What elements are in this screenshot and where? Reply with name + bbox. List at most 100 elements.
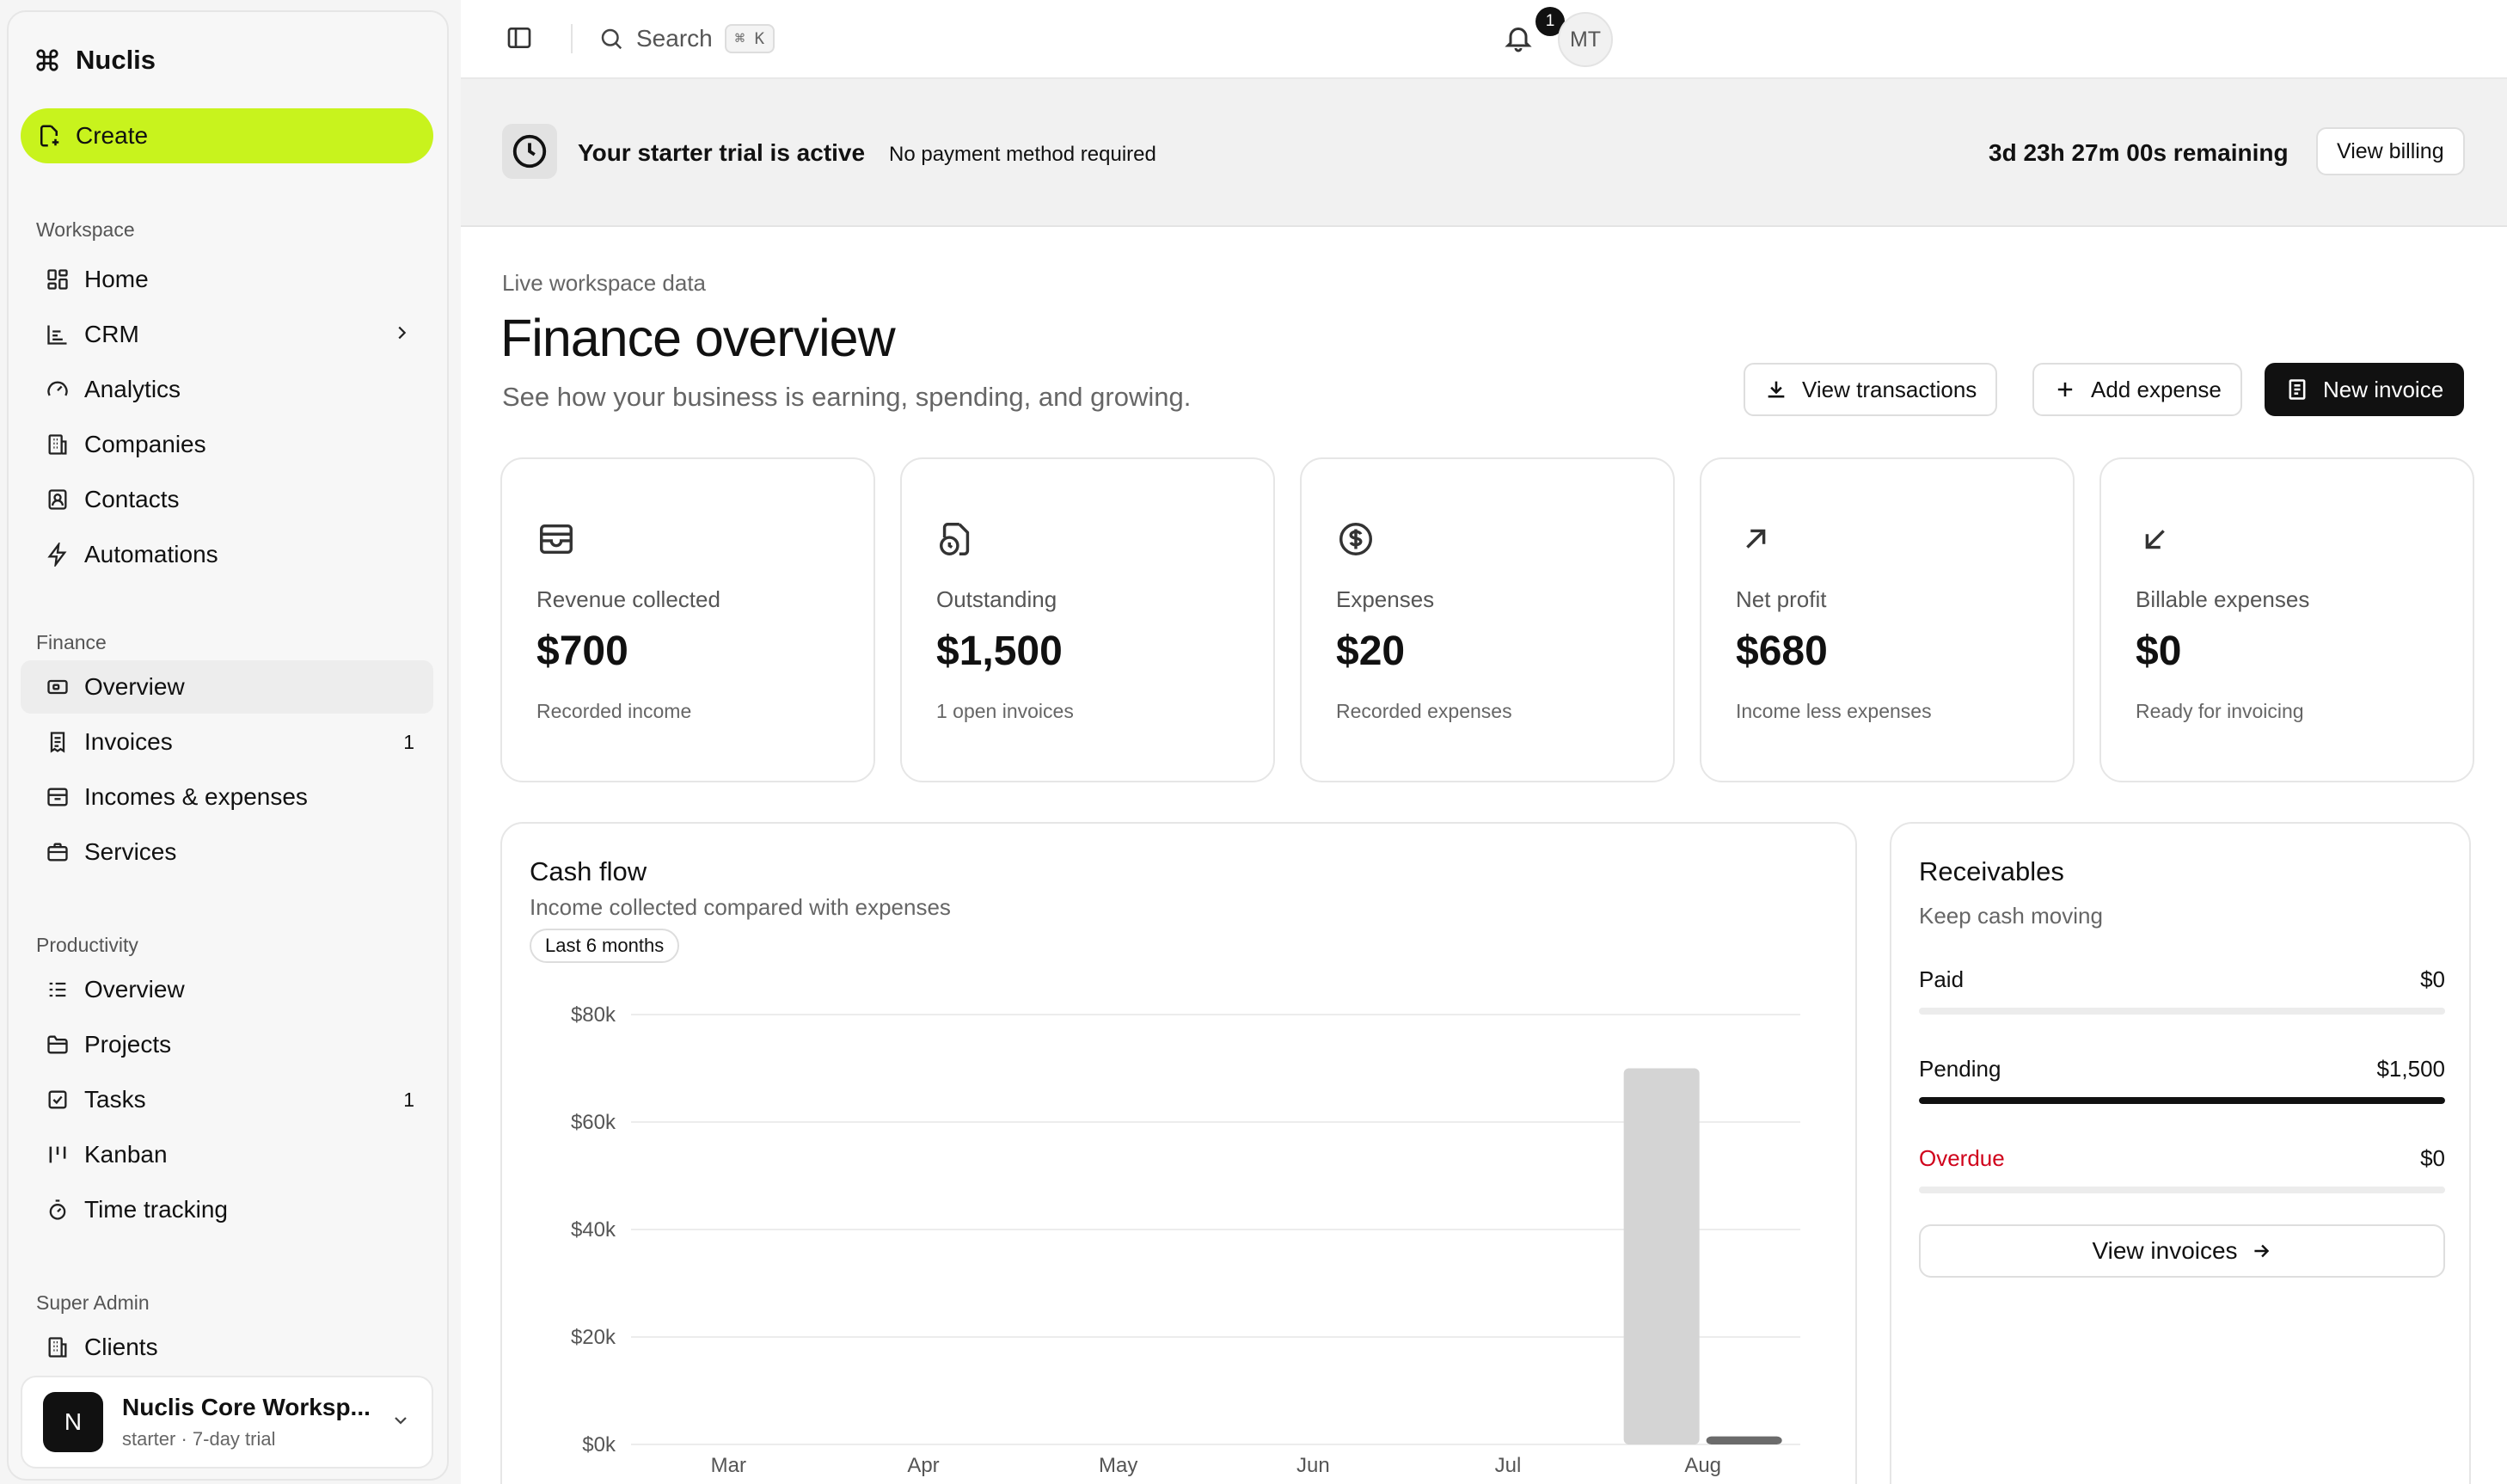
cash-flow-title: Cash flow (530, 856, 647, 886)
sidebar-item-crm[interactable]: CRM (21, 308, 433, 361)
stat-value: $20 (1336, 629, 1406, 674)
arrow-down-left-icon (2136, 519, 2175, 563)
sidebar-item-finance-overview[interactable]: Overview (21, 660, 433, 714)
page-subtitle: See how your business is earning, spendi… (502, 382, 1192, 412)
brand[interactable]: Nuclis (34, 45, 156, 76)
stat-note: 1 open invoices (936, 700, 1074, 722)
wallet-icon (45, 674, 70, 700)
chevron-down-icon (390, 1410, 411, 1435)
view-invoices-button[interactable]: View invoices (1919, 1224, 2445, 1278)
stat-note: Recorded expenses (1336, 700, 1512, 722)
stat-card-billable-expenses: Billable expenses $0 Ready for invoicing (2099, 457, 2474, 782)
add-expense-button[interactable]: Add expense (2032, 363, 2242, 416)
receivable-label: Paid (1919, 966, 1965, 992)
sidebar-item-label: Clients (84, 1334, 158, 1360)
sidebar-item-home[interactable]: Home (21, 253, 433, 306)
workspace-plan: starter · 7-day trial (122, 1428, 276, 1450)
sidebar-item-productivity-overview[interactable]: Overview (21, 963, 433, 1016)
stat-card-expenses: Expenses $20 Recorded expenses (1300, 457, 1675, 782)
page-eyebrow: Live workspace data (502, 270, 707, 296)
trial-remaining: 3d 23h 27m 00s remaining (1989, 139, 2289, 166)
new-invoice-button[interactable]: New invoice (2265, 363, 2465, 416)
create-label: Create (76, 122, 149, 149)
stat-card-net-profit: Net profit $680 Income less expenses (1700, 457, 2075, 782)
folder-icon (45, 1032, 70, 1058)
paid-progress (1919, 1008, 2445, 1015)
view-billing-button[interactable]: View billing (2316, 127, 2465, 175)
briefcase-icon (45, 839, 70, 865)
receivable-row-paid: Paid $0 (1919, 966, 2445, 993)
stat-label: Revenue collected (536, 586, 720, 612)
x-tick-label: Aug (1684, 1454, 1721, 1477)
sidebar-item-kanban[interactable]: Kanban (21, 1128, 433, 1181)
bolt-icon (45, 542, 70, 567)
receivable-label: Pending (1919, 1056, 2001, 1082)
sidebar-item-label: Analytics (84, 376, 181, 402)
view-transactions-button[interactable]: View transactions (1744, 363, 1998, 416)
receivables-title: Receivables (1919, 856, 2064, 886)
x-tick-label: Jul (1495, 1454, 1522, 1477)
sidebar-item-contacts[interactable]: Contacts (21, 473, 433, 526)
archive-icon (45, 784, 70, 810)
sidebar-toggle-icon[interactable] (506, 24, 533, 56)
sidebar-item-projects[interactable]: Projects (21, 1018, 433, 1071)
workspace-name: Nuclis Core Worksp... (122, 1394, 371, 1420)
section-super-admin: Super Admin (36, 1291, 150, 1314)
stat-note: Recorded income (536, 700, 692, 722)
building-icon (45, 432, 70, 457)
sidebar-item-label: CRM (84, 321, 139, 347)
stat-value: $0 (2136, 629, 2182, 674)
sidebar-item-label: Companies (84, 431, 206, 457)
sidebar-item-label: Time tracking (84, 1196, 229, 1223)
bar (1706, 1436, 1782, 1444)
invoice-icon (45, 729, 70, 755)
divider (571, 24, 573, 53)
search-input[interactable]: Search ⌘ K (598, 19, 775, 58)
sidebar-item-invoices[interactable]: Invoices 1 (21, 715, 433, 769)
range-select[interactable]: Last 6 months (530, 929, 680, 963)
plus-icon (2057, 382, 2073, 397)
cash-flow-chart: $80k $60k $40k $20k $0k Mar Apr May Jun Jul Aug (571, 1003, 1800, 1477)
x-tick-label: Jun (1296, 1454, 1330, 1477)
workspace-switcher[interactable]: N Nuclis Core Worksp... starter · 7-day … (21, 1376, 433, 1469)
sidebar-item-incomes-expenses[interactable]: Incomes & expenses (21, 770, 433, 824)
sidebar-item-companies[interactable]: Companies (21, 418, 433, 471)
sidebar-item-tasks[interactable]: Tasks 1 (21, 1073, 433, 1126)
sidebar: Nuclis Create Workspace Home CRM Analyti… (7, 10, 449, 1481)
stat-value: $700 (536, 629, 628, 674)
trial-subtitle: No payment method required (889, 143, 1156, 166)
command-logo-icon (36, 49, 58, 71)
y-tick-label: $40k (571, 1218, 616, 1242)
view-transactions-label: View transactions (1802, 376, 1977, 402)
sidebar-item-automations[interactable]: Automations (21, 528, 433, 581)
y-tick-label: $0k (582, 1433, 616, 1456)
user-avatar[interactable]: MT (1558, 12, 1613, 67)
sidebar-item-time-tracking[interactable]: Time tracking (21, 1183, 433, 1236)
bell-icon[interactable] (1503, 22, 1534, 58)
page-title: Finance overview (500, 309, 896, 367)
sidebar-item-services[interactable]: Services (21, 825, 433, 879)
create-button[interactable]: Create (21, 108, 433, 163)
invoices-count-badge: 1 (403, 730, 414, 753)
add-expense-label: Add expense (2091, 376, 2222, 402)
crm-chart-icon (45, 322, 70, 347)
sidebar-item-analytics[interactable]: Analytics (21, 363, 433, 416)
section-productivity: Productivity (36, 934, 138, 956)
search-shortcut: ⌘ K (724, 24, 775, 53)
y-tick-label: $80k (571, 1003, 616, 1027)
arrow-right-icon (2253, 1244, 2269, 1258)
clock-icon (502, 124, 557, 179)
receivables-card: Receivables Keep cash moving Paid $0 Pen… (1890, 822, 2471, 1484)
progress-fill (1919, 1097, 2445, 1104)
sidebar-item-clients[interactable]: Clients (21, 1321, 433, 1374)
stat-value: $680 (1736, 629, 1828, 674)
y-tick-label: $20k (571, 1326, 616, 1349)
receivable-value: $0 (2420, 1145, 2445, 1171)
checkbox-icon (45, 1087, 70, 1113)
section-workspace: Workspace (36, 218, 135, 241)
gauge-icon (45, 377, 70, 402)
sidebar-item-label: Overview (84, 976, 185, 1003)
stat-label: Outstanding (936, 586, 1057, 612)
receivable-row-pending: Pending $1,500 (1919, 1056, 2445, 1082)
x-tick-label: Apr (907, 1454, 939, 1477)
